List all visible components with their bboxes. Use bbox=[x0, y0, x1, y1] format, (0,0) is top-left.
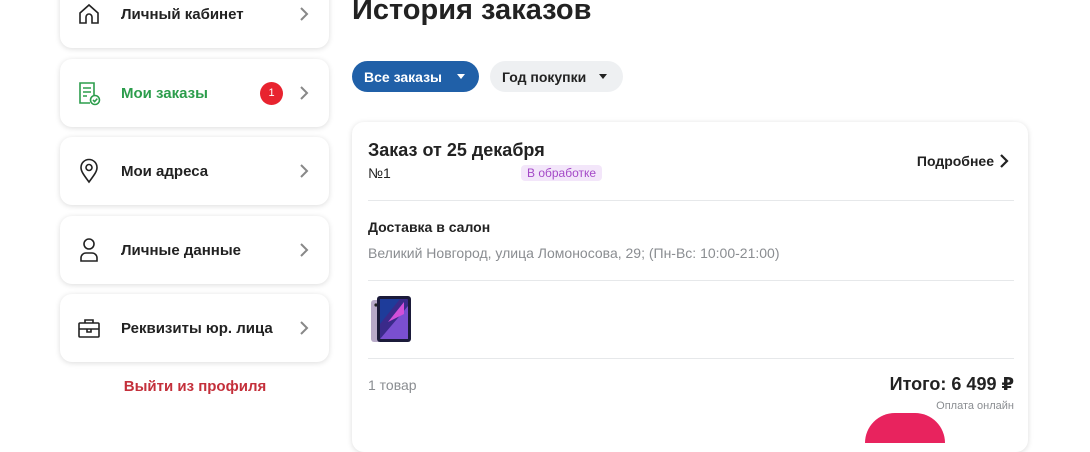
sidebar-item-label: Реквизиты юр. лица bbox=[121, 319, 273, 337]
chevron-right-icon bbox=[299, 164, 311, 178]
divider bbox=[368, 358, 1014, 359]
filter-label: Год покупки bbox=[502, 68, 587, 85]
order-title: Заказ от 25 декабря bbox=[368, 140, 545, 160]
divider bbox=[368, 280, 1014, 281]
chevron-right-icon bbox=[299, 86, 311, 100]
briefcase-icon bbox=[76, 315, 102, 341]
orders-list-icon bbox=[76, 80, 102, 106]
order-card: Заказ от 25 декабря №1 01 В обработке По… bbox=[352, 122, 1028, 452]
chevron-right-icon[interactable] bbox=[998, 154, 1010, 168]
sidebar-item-account[interactable]: Личный кабинет bbox=[60, 0, 329, 48]
sidebar-item-orders[interactable]: Мои заказы 1 bbox=[60, 59, 329, 127]
filter-purchase-year[interactable]: Год покупки bbox=[490, 61, 623, 92]
sidebar-item-legal-details[interactable]: Реквизиты юр. лица bbox=[60, 294, 329, 362]
page-title: История заказов bbox=[352, 0, 592, 26]
chevron-right-icon bbox=[299, 7, 311, 21]
home-icon bbox=[76, 1, 102, 27]
sidebar-item-addresses[interactable]: Мои адреса bbox=[60, 137, 329, 205]
location-pin-icon bbox=[76, 158, 102, 184]
filter-label: Все заказы bbox=[364, 68, 443, 85]
payment-method: Оплата онлайн bbox=[936, 400, 1014, 412]
delivery-address: Великий Новгород, улица Ломоносова, 29; … bbox=[368, 245, 780, 261]
order-number: №1 01 bbox=[368, 165, 539, 181]
logout-link[interactable]: Выйти из профиля bbox=[60, 378, 330, 395]
divider bbox=[368, 200, 1014, 201]
caret-down-icon bbox=[599, 74, 607, 79]
user-icon bbox=[76, 237, 102, 263]
delivery-method: Доставка в салон bbox=[368, 219, 491, 235]
decorative-shape bbox=[865, 413, 945, 443]
sidebar-item-personal-data[interactable]: Личные данные bbox=[60, 216, 329, 284]
sidebar-item-label: Личный кабинет bbox=[121, 5, 244, 23]
sidebar-item-label: Мои заказы bbox=[121, 84, 208, 102]
item-count: 1 товар bbox=[368, 377, 417, 393]
chevron-right-icon bbox=[299, 321, 311, 335]
product-thumbnail-tablet[interactable] bbox=[370, 294, 412, 344]
sidebar-item-label: Личные данные bbox=[121, 241, 241, 259]
sidebar-item-label: Мои адреса bbox=[121, 162, 209, 180]
orders-count-badge: 1 bbox=[260, 81, 283, 105]
filter-all-orders[interactable]: Все заказы bbox=[352, 61, 479, 92]
order-details-link[interactable]: Подробнее bbox=[917, 153, 994, 169]
chevron-right-icon bbox=[299, 243, 311, 257]
status-badge: В обработке bbox=[521, 165, 603, 181]
order-total: Итого: 6 499 ₽ bbox=[889, 374, 1014, 394]
caret-down-icon bbox=[457, 74, 465, 79]
